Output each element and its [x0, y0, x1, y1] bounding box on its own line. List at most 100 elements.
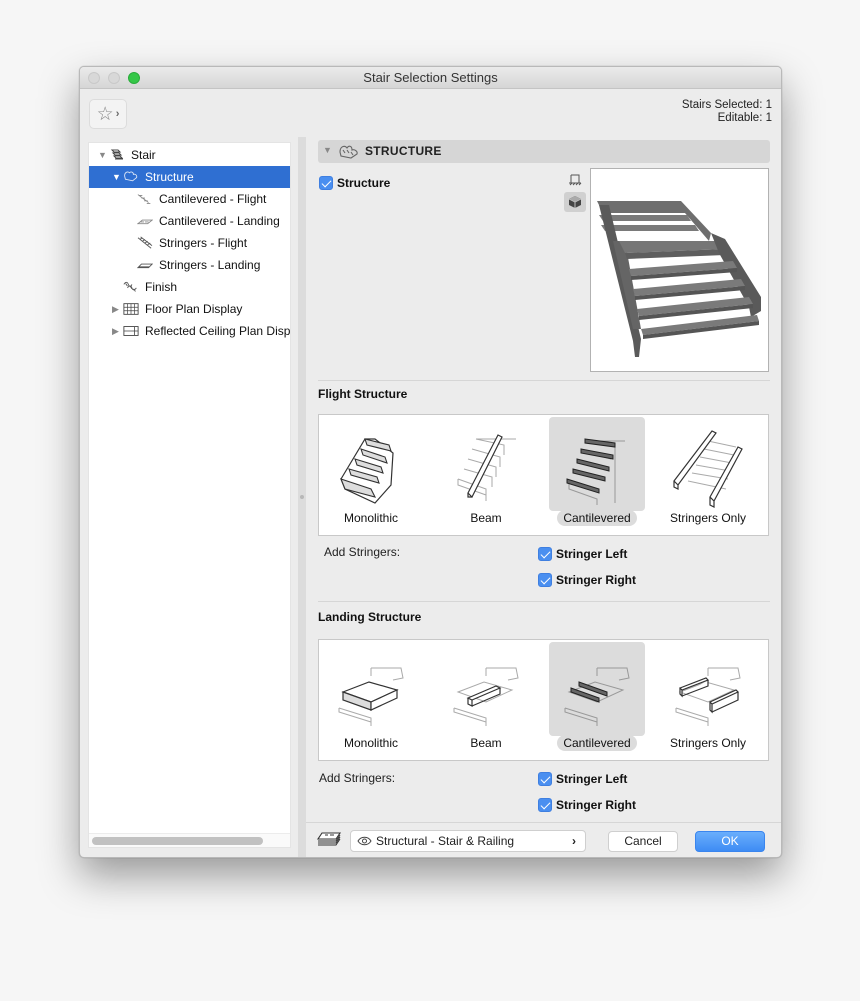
- landing-add-stringers-label: Add Stringers:: [319, 771, 396, 785]
- star-icon: ☆: [96, 103, 114, 125]
- disclosure-expanded-icon[interactable]: ▼: [112, 166, 121, 188]
- tree-item-floor-plan-display[interactable]: ▶ Floor Plan Display: [89, 298, 290, 320]
- flight-stringer-left-label: Stringer Left: [556, 547, 628, 561]
- floor-plan-icon: [123, 303, 139, 315]
- close-window-button[interactable]: [88, 72, 100, 84]
- landing-option-stringers-only[interactable]: Stringers Only: [660, 642, 756, 759]
- 3d-view-icon: [568, 196, 582, 208]
- stringers-landing-icon: [137, 263, 153, 269]
- tree-item-stringers-landing[interactable]: Stringers - Landing: [89, 254, 290, 276]
- title-bar[interactable]: Stair Selection Settings: [80, 67, 781, 89]
- divider: [318, 601, 770, 602]
- editable-count: Editable: 1: [717, 112, 772, 124]
- disclosure-collapsed-icon[interactable]: ▶: [112, 320, 119, 342]
- cantilevered-flight-icon: [566, 438, 625, 505]
- structure-icon: [124, 171, 138, 182]
- finish-icon: [123, 281, 137, 292]
- tree-item-label: Cantilevered - Flight: [159, 192, 267, 206]
- floor-plan-view-icon: [569, 174, 582, 186]
- 3d-view-button[interactable]: [564, 192, 586, 212]
- chevron-right-icon: ›: [115, 108, 120, 120]
- window-title: Stair Selection Settings: [363, 70, 498, 85]
- option-label: Monolithic: [343, 736, 399, 750]
- tree-item-cantilevered-flight[interactable]: Cantilevered - Flight: [89, 188, 290, 210]
- divider: [318, 380, 770, 381]
- layers-icon[interactable]: [316, 831, 342, 849]
- structure-checkbox-label: Structure: [337, 176, 391, 190]
- tree-item-cantilevered-landing[interactable]: Cantilevered - Landing: [89, 210, 290, 232]
- scrollbar-thumb[interactable]: [92, 837, 263, 845]
- tree-item-structure[interactable]: ▼ Structure: [89, 166, 290, 188]
- selection-info: Stairs Selected: 1 Editable: 1: [682, 99, 772, 125]
- option-label: Stringers Only: [669, 736, 747, 750]
- tree-item-label: Structure: [145, 170, 194, 184]
- tree-item-label: Stringers - Flight: [159, 236, 248, 250]
- stair-icon: [110, 149, 124, 160]
- cancel-button[interactable]: Cancel: [608, 831, 678, 852]
- flight-stringer-right-checkbox[interactable]: [538, 573, 552, 587]
- flight-add-stringers-label: Add Stringers:: [324, 545, 401, 559]
- panel-title: STRUCTURE: [365, 144, 442, 158]
- stringers-only-flight-icon: [673, 430, 743, 508]
- monolithic-landing-icon: [338, 667, 404, 726]
- structure-panel-header[interactable]: ▼ STRUCTURE: [318, 140, 770, 163]
- eye-icon: [357, 836, 372, 846]
- floor-plan-view-button[interactable]: [564, 170, 586, 190]
- footer-divider: [306, 822, 781, 823]
- flight-option-beam[interactable]: Beam: [438, 417, 534, 534]
- stringers-flight-icon: [137, 236, 153, 249]
- cantilevered-landing-icon: [137, 219, 153, 225]
- tree-item-label: Stringers - Landing: [159, 258, 261, 272]
- structure-icon: [339, 145, 358, 159]
- option-label: Monolithic: [343, 511, 399, 525]
- splitter-handle[interactable]: [300, 495, 304, 499]
- landing-option-beam[interactable]: Beam: [438, 642, 534, 759]
- beam-flight-icon: [457, 434, 516, 501]
- landing-stringer-right-label: Stringer Right: [556, 798, 636, 812]
- landing-stringer-left-checkbox[interactable]: [538, 772, 552, 786]
- tree-item-finish[interactable]: Finish: [89, 276, 290, 298]
- stair-3d-preview-image: [597, 201, 761, 357]
- layer-select-value: Structural - Stair & Railing: [376, 834, 515, 848]
- flight-structure-title: Flight Structure: [318, 387, 408, 401]
- option-label: Beam: [470, 511, 502, 525]
- zoom-window-button[interactable]: [128, 72, 140, 84]
- tree-item-reflected-ceiling-plan-display[interactable]: ▶ Reflected Ceiling Plan Displ: [89, 320, 290, 342]
- tree-item-label: Cantilevered - Landing: [159, 214, 280, 228]
- flight-option-cantilevered[interactable]: Cantilevered: [549, 417, 645, 534]
- panel-splitter[interactable]: [298, 137, 306, 857]
- tree-item-label: Stair: [131, 148, 156, 162]
- landing-structure-title: Landing Structure: [318, 610, 422, 624]
- landing-structure-options: Monolithic Beam Cantilevered Stringers O…: [318, 639, 769, 761]
- landing-option-monolithic[interactable]: Monolithic: [323, 642, 419, 759]
- structure-checkbox[interactable]: [319, 176, 333, 190]
- favorites-button[interactable]: ☆ ›: [89, 99, 127, 129]
- option-label: Stringers Only: [669, 511, 747, 525]
- flight-option-stringers-only[interactable]: Stringers Only: [660, 417, 756, 534]
- tree-item-label: Finish: [145, 280, 178, 294]
- tree-horizontal-scrollbar[interactable]: [89, 833, 290, 847]
- flight-stringer-right-label: Stringer Right: [556, 573, 636, 587]
- flight-option-monolithic[interactable]: Monolithic: [323, 417, 419, 534]
- tree-item-label: Reflected Ceiling Plan Displ: [145, 324, 290, 338]
- option-label: Cantilevered: [557, 510, 637, 526]
- disclosure-collapsed-icon[interactable]: ▶: [112, 298, 119, 320]
- option-label: Cantilevered: [557, 735, 637, 751]
- tree-item-stair[interactable]: ▼ Stair: [89, 144, 290, 166]
- ok-button[interactable]: OK: [695, 831, 765, 852]
- tree-item-stringers-flight[interactable]: Stringers - Flight: [89, 232, 290, 254]
- minimize-window-button[interactable]: [108, 72, 120, 84]
- monolithic-flight-icon: [340, 438, 394, 504]
- disclosure-expanded-icon[interactable]: ▼: [98, 144, 107, 166]
- 3d-stair-preview: [590, 168, 769, 372]
- layer-select[interactable]: Structural - Stair & Railing ›: [350, 830, 586, 852]
- landing-stringer-right-checkbox[interactable]: [538, 798, 552, 812]
- stairs-selected-count: Stairs Selected: 1: [681, 99, 772, 111]
- option-label: Beam: [470, 736, 502, 750]
- tree-item-label: Floor Plan Display: [145, 302, 243, 316]
- disclosure-expanded-icon[interactable]: ▼: [323, 145, 332, 155]
- flight-stringer-left-checkbox[interactable]: [538, 547, 552, 561]
- beam-landing-icon: [453, 667, 519, 726]
- settings-tree: ▼ Stair ▼ Structure Cantilevered - Fligh…: [88, 142, 291, 848]
- landing-option-cantilevered[interactable]: Cantilevered: [549, 642, 645, 759]
